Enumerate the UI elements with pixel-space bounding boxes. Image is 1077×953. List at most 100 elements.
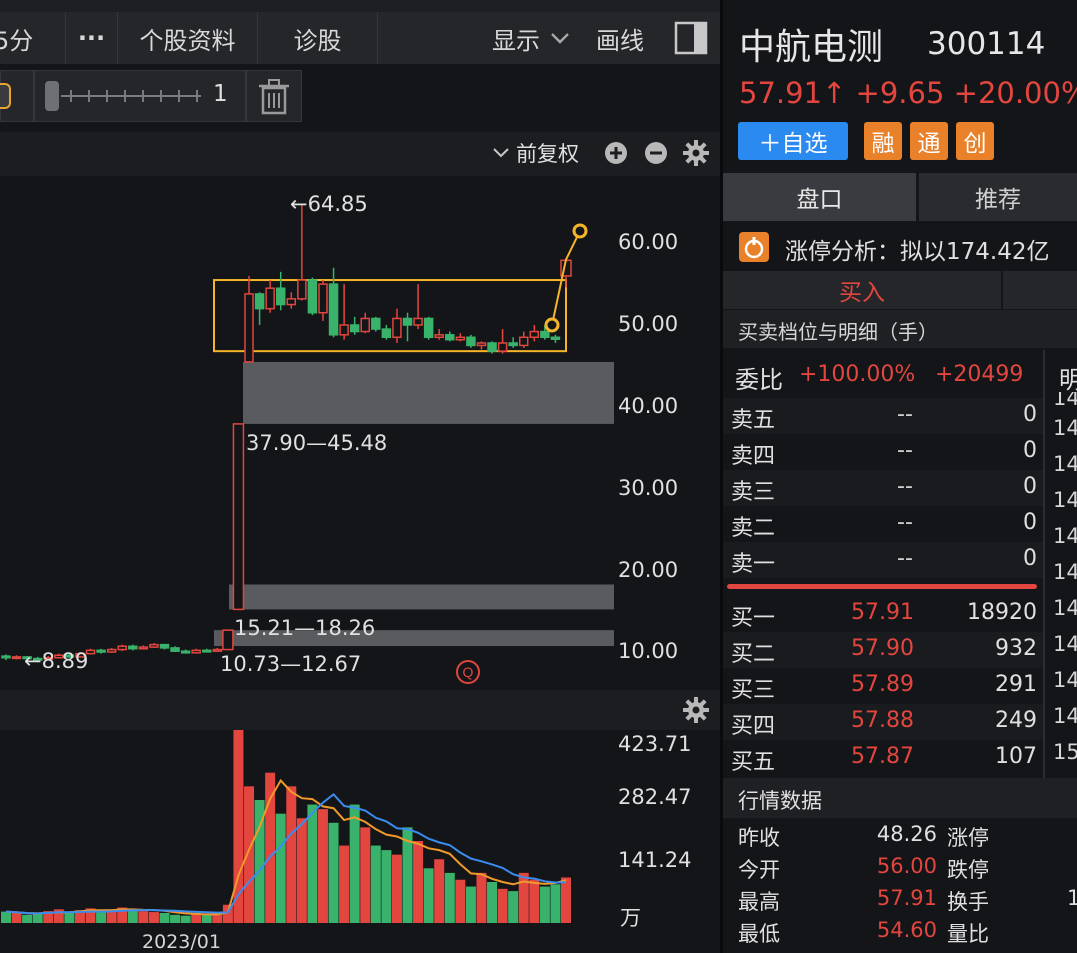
volume-bar xyxy=(138,911,149,923)
volume-bar xyxy=(455,879,466,923)
more-button[interactable]: ··· xyxy=(66,12,118,64)
x-axis-date: 2023/01 xyxy=(142,931,221,953)
display-dropdown[interactable]: 显示 xyxy=(492,21,570,56)
candle xyxy=(434,334,444,339)
diagnose-button[interactable]: 诊股 xyxy=(258,12,378,64)
zoom-value: 1 xyxy=(213,81,228,107)
volume-bar xyxy=(180,915,191,923)
settings-gear-icon[interactable] xyxy=(683,140,709,166)
volume-bar xyxy=(381,850,392,923)
ratio-label: 委比 xyxy=(735,366,783,394)
ask-row[interactable]: 卖三 -- 0 xyxy=(723,470,1043,506)
candle xyxy=(497,342,508,352)
candle xyxy=(423,317,434,339)
limit-up-analysis[interactable]: 涨停分析：拟以174.42亿 xyxy=(785,232,1049,266)
chart-header: 前复权 xyxy=(0,132,720,176)
candle xyxy=(265,287,275,310)
bid-row[interactable]: 买三 57.89 291 xyxy=(723,668,1043,704)
candle xyxy=(117,645,127,651)
md-row-low: 最低 54.60 量比 xyxy=(738,918,989,946)
bid-row[interactable]: 买一 57.91 18920 xyxy=(723,596,1043,632)
more-icon: ··· xyxy=(77,24,106,52)
bid-list: 买一 57.91 18920 买二 57.90 932 买三 57.89 291 买四 57.… xyxy=(723,596,1043,776)
sell-button[interactable] xyxy=(1003,271,1077,309)
search-marker-icon[interactable]: Q xyxy=(454,658,482,686)
volume-bar xyxy=(423,868,434,923)
current-price: 57.91↑ xyxy=(739,76,847,110)
zoom-out-icon[interactable] xyxy=(644,141,668,165)
zoom-slider-track[interactable] xyxy=(61,85,203,107)
gap-zone-1 xyxy=(243,361,614,424)
high-annotation: ←64.85 xyxy=(290,192,368,216)
zoom-toolbar: 1 xyxy=(0,70,302,122)
ask-row[interactable]: 卖四 -- 0 xyxy=(723,434,1043,470)
tab-panel[interactable]: 盘口 xyxy=(723,173,916,221)
candle xyxy=(328,283,339,336)
stock-profile-label: 个股资料 xyxy=(139,26,236,55)
bid-row[interactable]: 买二 57.90 932 xyxy=(723,632,1043,668)
ask-row[interactable]: 卖五 -- 0 xyxy=(723,398,1043,434)
candle xyxy=(371,317,381,330)
zoom-slider-handle[interactable] xyxy=(45,81,59,111)
market-data-header: 行情数据 xyxy=(723,778,1077,818)
candle xyxy=(381,328,392,339)
stock-profile-button[interactable]: 个股资料 xyxy=(118,12,258,64)
trade-time-col: 14 14 14 14 14 14 14 14 14 14 15 15 xyxy=(1053,392,1077,800)
candle xyxy=(1,655,11,659)
volume-bar xyxy=(286,786,297,923)
y-tick-20: 20.00 xyxy=(618,558,679,582)
volume-bar xyxy=(1,911,11,923)
chevron-down-icon xyxy=(493,148,509,158)
adjust-dropdown[interactable]: 前复权 xyxy=(492,138,579,168)
candle xyxy=(466,336,476,347)
add-watchlist-button[interactable]: ＋自选 xyxy=(738,122,848,160)
stock-name: 中航电测 xyxy=(739,27,884,68)
toolbar-right-group: 显示 画线 xyxy=(378,12,720,64)
volume-bar xyxy=(170,914,181,923)
display-label: 显示 xyxy=(492,26,540,55)
projection-end-marker xyxy=(572,223,588,239)
candle xyxy=(11,656,22,660)
candle xyxy=(159,643,170,649)
volume-bar xyxy=(244,786,255,923)
diagnose-label: 诊股 xyxy=(293,26,342,55)
candle xyxy=(476,342,487,347)
connect-tag: 通 xyxy=(910,122,948,160)
zoom-in-icon[interactable] xyxy=(604,141,628,165)
bid-row[interactable]: 买五 57.87 107 xyxy=(723,740,1043,776)
ask-row[interactable]: 卖二 -- 0 xyxy=(723,506,1043,542)
bid-row[interactable]: 买四 57.88 249 xyxy=(723,704,1043,740)
period-label: 5分 xyxy=(0,26,34,55)
candlestick-chart[interactable]: 60.00 50.00 40.00 30.00 20.00 10.00 ←64.… xyxy=(0,176,720,688)
y-tick-50: 50.00 xyxy=(618,312,679,336)
detail-label: 明 xyxy=(1059,366,1077,394)
tab-recommend[interactable]: 推荐 xyxy=(919,173,1077,221)
buy-button[interactable]: 买入 xyxy=(723,271,1001,309)
volume-chart[interactable]: 423.71 282.47 141.24 万 2023/01 xyxy=(0,730,720,953)
lock-icon[interactable] xyxy=(0,83,11,109)
volume-settings-gear-icon[interactable] xyxy=(683,697,709,723)
volume-bar xyxy=(265,772,276,923)
price-change-pct: +20.00% xyxy=(953,76,1077,110)
candle xyxy=(128,645,138,650)
limit-up-icon xyxy=(739,232,769,262)
vol-unit: 万 xyxy=(620,906,641,930)
volume-bar xyxy=(148,912,159,923)
md-row-open: 今开 56.00 跌停 xyxy=(738,854,989,882)
sidebar-toggle-icon[interactable] xyxy=(674,21,708,55)
volume-bar xyxy=(529,879,540,923)
candle xyxy=(149,643,159,648)
period-button[interactable]: 5分 xyxy=(0,12,66,64)
md-row-prev-close: 昨收 48.26 涨停 xyxy=(738,822,989,850)
candle xyxy=(212,648,223,652)
trash-icon[interactable] xyxy=(257,79,291,115)
draw-line-button[interactable]: 画线 xyxy=(596,21,644,56)
y-tick-30: 30.00 xyxy=(618,476,679,500)
y-tick-40: 40.00 xyxy=(618,394,679,418)
candle xyxy=(244,293,254,363)
volume-bar xyxy=(64,912,75,923)
ask-row[interactable]: 卖一 -- 0 xyxy=(723,542,1043,578)
depth-title-bar: 买卖档位与明细（手） xyxy=(723,310,1077,348)
volume-bar xyxy=(434,859,445,923)
candle xyxy=(180,650,191,654)
